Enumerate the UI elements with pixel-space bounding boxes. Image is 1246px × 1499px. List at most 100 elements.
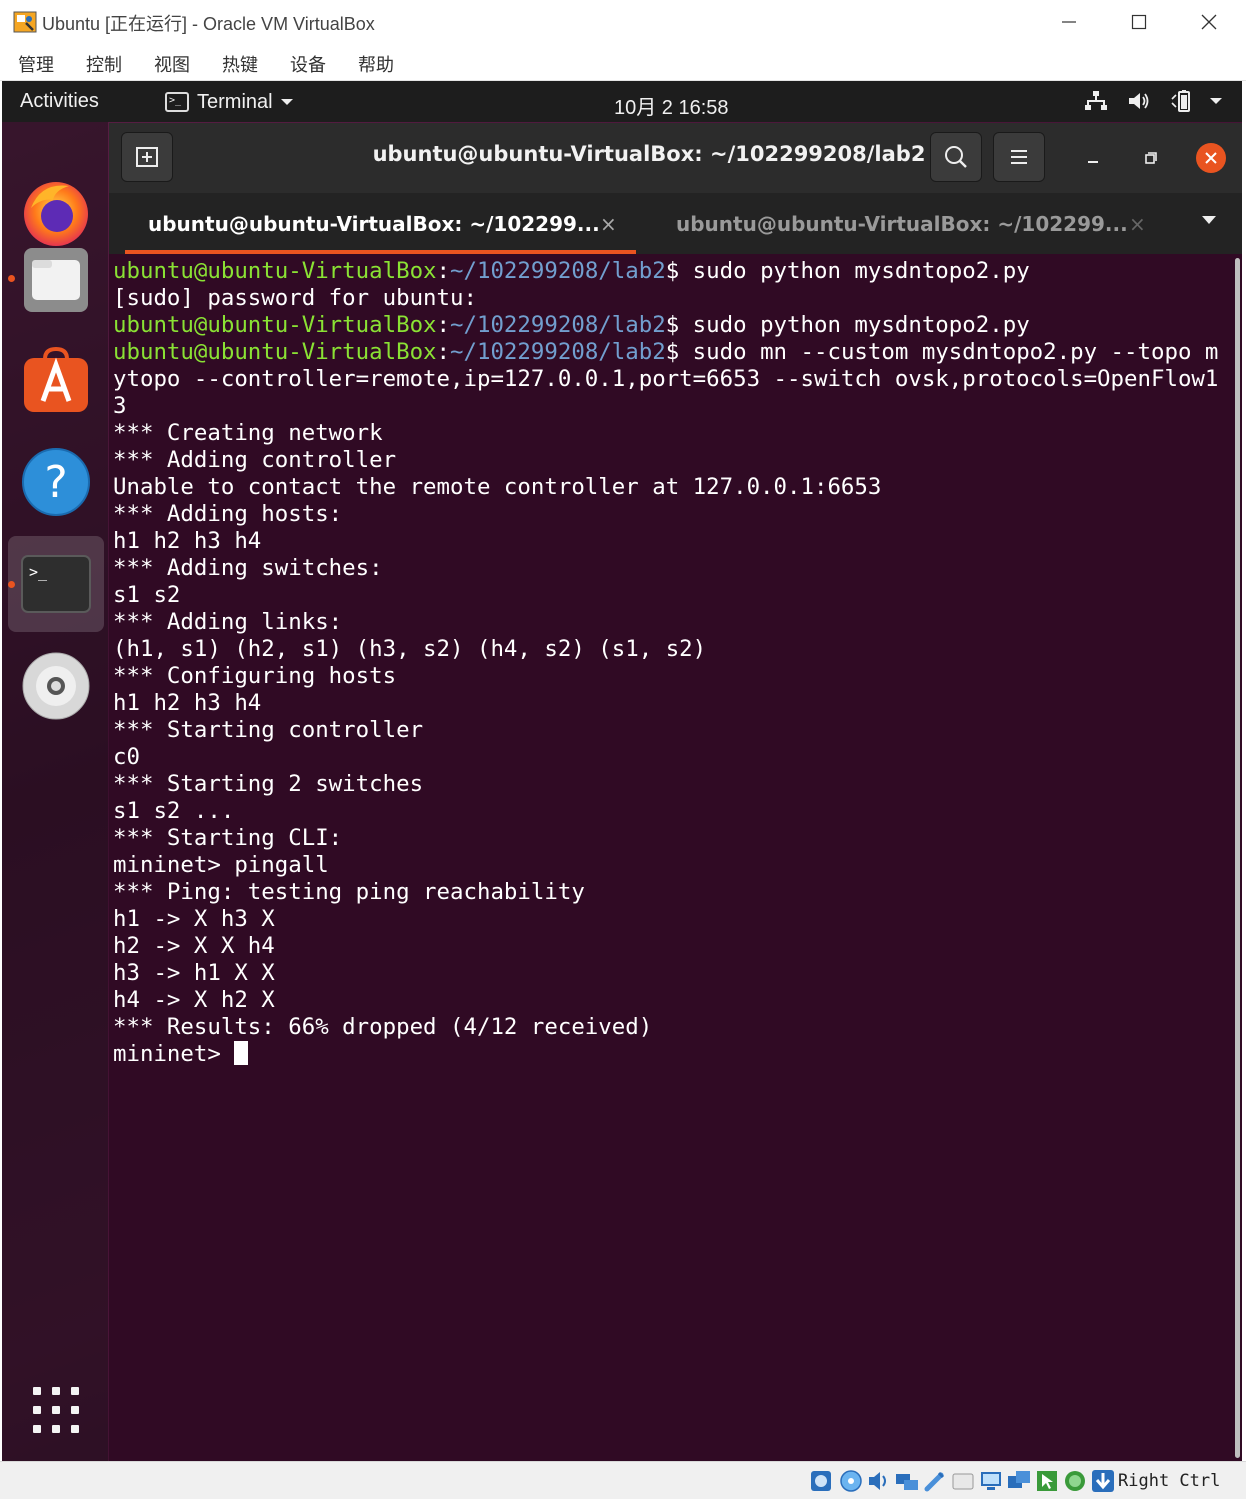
terminal-scrollbar[interactable] <box>1231 254 1242 1461</box>
hamburger-menu-button[interactable] <box>993 132 1045 182</box>
search-icon <box>945 146 967 168</box>
output-text: h1 h2 h3 h4 <box>113 528 262 554</box>
battery-icon[interactable] <box>1170 89 1196 113</box>
vbox-titlebar: Ubuntu [正在运行] - Oracle VM VirtualBox <box>0 0 1246 44</box>
terminal-window: ubuntu@ubuntu-VirtualBox: ~/102299208/la… <box>109 123 1242 1461</box>
prompt-path: ~/102299208/lab2 <box>450 258 666 284</box>
output-text: h3 -> h1 X X <box>113 960 275 986</box>
network-icon[interactable] <box>1084 89 1108 113</box>
app-grid-icon <box>33 1387 79 1433</box>
prompt-user: ubuntu@ubuntu-VirtualBox <box>113 258 437 284</box>
terminal-line: ubuntu@ubuntu-VirtualBox:~/102299208/lab… <box>113 258 1233 285</box>
usb-icon[interactable] <box>922 1468 948 1494</box>
activities-button[interactable]: Activities <box>20 90 99 113</box>
video-capture-icon[interactable] <box>1006 1468 1032 1494</box>
output-text: [sudo] password for ubuntu: <box>113 285 477 311</box>
search-button[interactable] <box>930 132 982 182</box>
network-adapter-icon[interactable] <box>894 1468 920 1494</box>
mouse-integration-icon[interactable] <box>1034 1468 1060 1494</box>
menu-hotkeys[interactable]: 热键 <box>222 51 258 77</box>
tab-label: ubuntu@ubuntu-VirtualBox: ~/102299... <box>676 211 1128 236</box>
terminal-line: s1 s2 <box>113 582 1233 609</box>
gnome-top-bar: Activities >_ Terminal 10月 2 16:58 <box>2 81 1242 122</box>
new-tab-button[interactable] <box>121 132 173 182</box>
optical-drive-icon[interactable] <box>838 1468 864 1494</box>
terminal-line: *** Creating network <box>113 420 1233 447</box>
shared-folder-icon[interactable] <box>950 1468 976 1494</box>
close-tab-icon[interactable]: × <box>1129 212 1146 236</box>
output-text: h1 -> X h3 X <box>113 906 275 932</box>
terminal-output[interactable]: ubuntu@ubuntu-VirtualBox:~/102299208/lab… <box>109 254 1242 1461</box>
cpu-activity-icon[interactable] <box>1062 1468 1088 1494</box>
terminal-line: h1 h2 h3 h4 <box>113 528 1233 555</box>
terminal-line: *** Adding hosts: <box>113 501 1233 528</box>
close-tab-icon[interactable]: × <box>600 212 617 236</box>
tab-1[interactable]: ubuntu@ubuntu-VirtualBox: ~/102299... × <box>122 193 636 254</box>
terminal-line: h3 -> h1 X X <box>113 960 1233 987</box>
dock-files[interactable] <box>8 230 104 330</box>
terminal-line: *** Adding controller <box>113 447 1233 474</box>
restore-icon <box>1145 152 1157 164</box>
output-text: 3 <box>113 393 127 419</box>
terminal-line: *** Ping: testing ping reachability <box>113 879 1233 906</box>
dock-help[interactable]: ? <box>8 434 104 530</box>
menu-control[interactable]: 控制 <box>86 51 122 77</box>
svg-text:?: ? <box>44 457 67 508</box>
dock-dvd[interactable] <box>8 638 104 734</box>
terminal-line: *** Adding links: <box>113 609 1233 636</box>
maximize-button[interactable] <box>1104 0 1174 44</box>
output-text: *** Ping: testing ping reachability <box>113 879 585 905</box>
output-text: h1 h2 h3 h4 <box>113 690 262 716</box>
prompt-path: ~/102299208/lab2 <box>450 339 666 365</box>
output-text: s1 s2 <box>113 582 181 608</box>
display-icon[interactable] <box>978 1468 1004 1494</box>
scrollbar-thumb[interactable] <box>1235 258 1240 1458</box>
dock: ? >_ <box>2 122 108 1461</box>
volume-icon[interactable] <box>1127 89 1151 113</box>
running-indicator <box>8 581 15 588</box>
window-title: Ubuntu [正在运行] - Oracle VM VirtualBox <box>42 14 375 34</box>
clock[interactable]: 10月 2 16:58 <box>614 91 729 120</box>
minimize-icon <box>1062 21 1076 23</box>
close-icon <box>1201 14 1217 30</box>
output-text: ytopo --controller=remote,ip=127.0.0.1,p… <box>113 366 1219 392</box>
terminal-line: *** Adding switches: <box>113 555 1233 582</box>
terminal-line: mininet> <box>113 1041 1233 1068</box>
show-applications[interactable] <box>8 1362 104 1458</box>
files-icon <box>24 248 88 312</box>
tab-2[interactable]: ubuntu@ubuntu-VirtualBox: ~/102299... × <box>649 193 1149 254</box>
system-menu-chevron-icon[interactable] <box>1208 89 1224 113</box>
vm-screen[interactable]: Activities >_ Terminal 10月 2 16:58 ? >_ … <box>2 81 1242 1461</box>
output-text: *** Adding switches: <box>113 555 383 581</box>
command-text: $ sudo python mysdntopo2.py <box>665 312 1030 338</box>
output-text: *** Starting CLI: <box>113 825 343 851</box>
menu-devices[interactable]: 设备 <box>290 51 326 77</box>
minimize-button[interactable] <box>1034 0 1104 44</box>
vbox-menubar: 管理 控制 视图 热键 设备 帮助 <box>0 44 1246 81</box>
menu-manage[interactable]: 管理 <box>18 51 54 77</box>
output-text: mininet> pingall <box>113 852 329 878</box>
terminal-line: ubuntu@ubuntu-VirtualBox:~/102299208/lab… <box>113 312 1233 339</box>
terminal-restore-button[interactable] <box>1133 140 1169 176</box>
app-menu[interactable]: >_ Terminal <box>165 89 295 115</box>
hard-disk-icon[interactable] <box>808 1468 834 1494</box>
terminal-close-button[interactable] <box>1196 143 1226 173</box>
dock-terminal[interactable]: >_ <box>8 536 104 632</box>
tab-label: ubuntu@ubuntu-VirtualBox: ~/102299... <box>148 211 600 236</box>
close-button[interactable] <box>1174 0 1244 44</box>
terminal-minimize-button[interactable] <box>1075 140 1111 176</box>
terminal-line: s1 s2 ... <box>113 798 1233 825</box>
command-text: $ sudo mn --custom mysdntopo2.py --topo … <box>665 339 1219 365</box>
menu-help[interactable]: 帮助 <box>358 51 394 77</box>
output-text: h4 -> X h2 X <box>113 987 275 1013</box>
tab-list-chevron-icon[interactable] <box>1201 215 1217 225</box>
prompt-separator: : <box>436 339 451 365</box>
arrow-down-icon[interactable] <box>1090 1468 1116 1494</box>
menu-view[interactable]: 视图 <box>154 51 190 77</box>
dock-software[interactable] <box>8 332 104 428</box>
audio-icon[interactable] <box>866 1468 892 1494</box>
terminal-line: h1 h2 h3 h4 <box>113 690 1233 717</box>
output-text: *** Adding links: <box>113 609 343 635</box>
output-text: h2 -> X X h4 <box>113 933 275 959</box>
output-text: s1 s2 ... <box>113 798 235 824</box>
